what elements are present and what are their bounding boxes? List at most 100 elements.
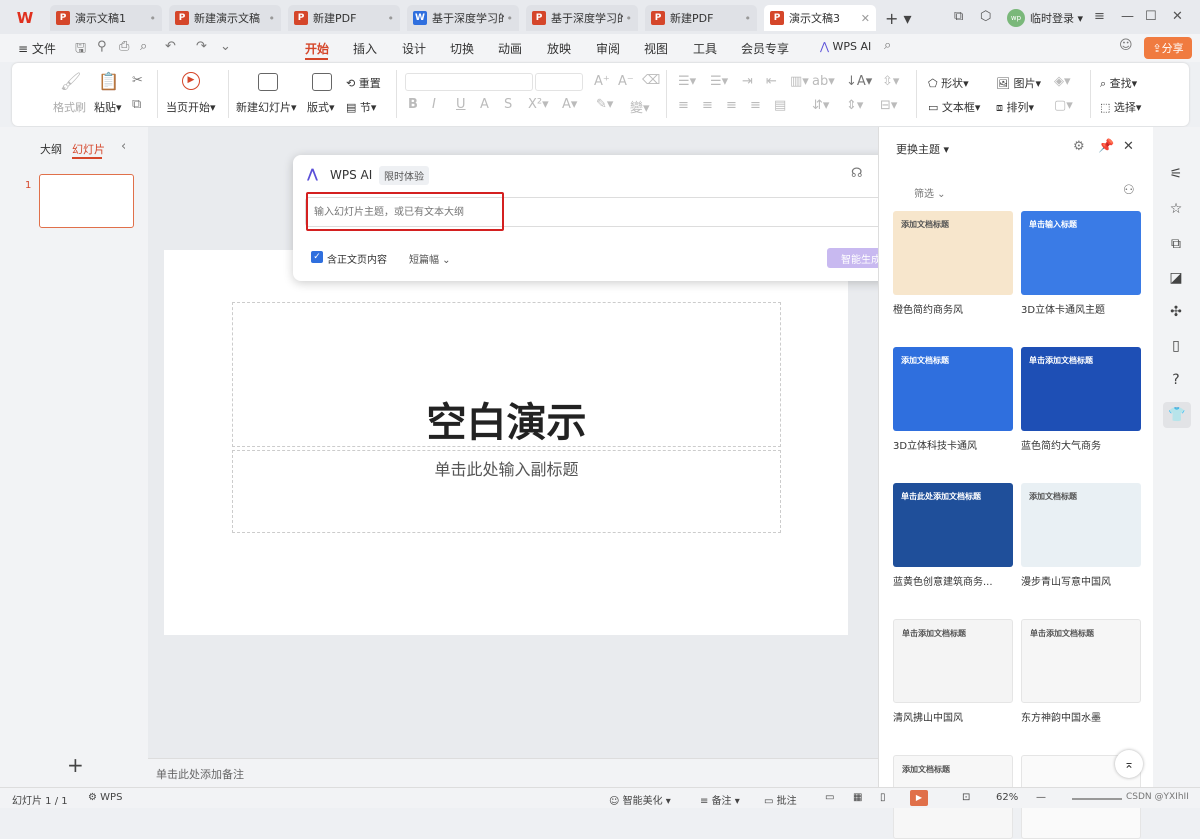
paste-button[interactable]: 粘贴▾: [94, 99, 122, 115]
avatar[interactable]: wp: [1007, 9, 1025, 27]
menu-item[interactable]: 审阅: [596, 40, 620, 57]
reading-view-icon[interactable]: ▯: [880, 792, 886, 803]
columns-icon[interactable]: ▥▾: [790, 74, 809, 89]
star-icon[interactable]: ☆: [1168, 201, 1184, 217]
select-button[interactable]: ⬚ 选择▾: [1100, 99, 1141, 115]
link-icon[interactable]: ⚲: [97, 39, 107, 54]
theme-thumbnail[interactable]: 单击添加文档标题: [1021, 347, 1141, 431]
fit-window-icon[interactable]: ⊡: [962, 792, 970, 803]
number-list-icon[interactable]: ☰▾: [710, 74, 728, 89]
sort-icon[interactable]: ↓A▾: [846, 74, 872, 89]
redo-icon[interactable]: ↷: [196, 39, 207, 54]
find-button[interactable]: ⌕ 查找▾: [1100, 75, 1137, 91]
new-slide-button[interactable]: 新建幻灯片▾: [236, 99, 297, 115]
bullet-list-icon[interactable]: ☰▾: [678, 74, 696, 89]
theme-thumbnail[interactable]: 单击此处添加文档标题: [893, 483, 1013, 567]
start-current-button[interactable]: 当页开始▾: [166, 99, 216, 115]
chat-icon[interactable]: ☺: [1119, 38, 1133, 53]
line-spacing-icon[interactable]: ⇵▾: [812, 98, 829, 113]
theme-thumbnail[interactable]: 添加文档标题: [893, 347, 1013, 431]
align-left-icon[interactable]: ≡: [678, 98, 689, 113]
theme-shirt-icon[interactable]: 👕: [1168, 407, 1185, 423]
outdent-icon[interactable]: ⇤: [766, 74, 777, 89]
italic-icon[interactable]: I: [432, 97, 436, 112]
copy-pages-icon[interactable]: ⧉: [1168, 236, 1184, 252]
include-text-checkbox[interactable]: ✓: [311, 251, 323, 263]
distribute-icon[interactable]: ▤: [774, 98, 786, 113]
tab-dot-icon[interactable]: •: [507, 12, 514, 25]
theme-thumbnail[interactable]: 添加文档标题: [893, 211, 1013, 295]
bold-icon[interactable]: B: [408, 97, 418, 112]
wps-logo-icon[interactable]: W: [8, 7, 42, 29]
minimize-icon[interactable]: —: [1121, 9, 1134, 24]
picture-button[interactable]: 🖼 图片▾: [996, 75, 1041, 91]
menu-item[interactable]: 放映: [547, 40, 571, 57]
undo-icon[interactable]: ↶: [165, 39, 176, 54]
tab-dot-icon[interactable]: •: [388, 12, 395, 25]
reset-button[interactable]: ⟲ 重置: [346, 75, 381, 91]
user-icon[interactable]: ⚇: [1123, 183, 1135, 198]
filter-button[interactable]: 筛选 ⌄: [914, 185, 946, 200]
menu-item[interactable]: 切换: [450, 40, 474, 57]
tab-dot-icon[interactable]: •: [626, 12, 633, 25]
pin-icon[interactable]: 📌: [1098, 139, 1114, 154]
save-icon[interactable]: 🖫: [75, 39, 86, 61]
shadow-icon[interactable]: S: [504, 97, 512, 112]
normal-view-icon[interactable]: ▭: [825, 792, 834, 803]
tab-outline[interactable]: 大纲: [40, 141, 62, 157]
menu-item[interactable]: 动画: [498, 40, 522, 57]
slide-thumbnail[interactable]: [39, 174, 134, 228]
text-direction-icon[interactable]: ab▾: [812, 74, 835, 89]
fill-icon[interactable]: ◈▾: [1054, 74, 1071, 89]
theme-thumbnail[interactable]: 单击添加文档标题: [893, 619, 1013, 703]
zoom-out-icon[interactable]: —: [1036, 792, 1046, 803]
clear-format-icon[interactable]: ⌫: [642, 73, 660, 88]
book-icon[interactable]: ▯: [1168, 338, 1184, 354]
login-button[interactable]: 临时登录 ▾: [1030, 10, 1083, 26]
theme-thumbnail[interactable]: 单击添加文档标题: [1021, 619, 1141, 703]
font-color-icon[interactable]: A▾: [562, 97, 577, 112]
notes-button[interactable]: ≡ 备注 ▾: [700, 792, 740, 807]
font-size-select[interactable]: [535, 73, 583, 91]
menu-item[interactable]: 视图: [644, 40, 668, 57]
tab-document[interactable]: P 演示文稿3 ✕: [764, 5, 876, 31]
layout-icon[interactable]: [312, 73, 332, 91]
tab-document[interactable]: P 新建演示文稿 •: [169, 5, 281, 31]
print-icon[interactable]: ⎙: [119, 39, 129, 54]
new-tab-icon[interactable]: + ▾: [885, 9, 912, 28]
indent-icon[interactable]: ⇥: [742, 74, 753, 89]
section-button[interactable]: ▤ 节▾: [346, 99, 376, 115]
notes-area[interactable]: [148, 758, 878, 787]
cut-icon[interactable]: ✂: [132, 73, 143, 88]
close-panel-icon[interactable]: ✕: [1123, 139, 1134, 154]
share-button[interactable]: ⇪ 分享: [1144, 37, 1192, 59]
theme-thumbnail[interactable]: 单击输入标题: [1021, 211, 1141, 295]
headset-icon[interactable]: ☊: [851, 166, 863, 181]
align-right-icon[interactable]: ≡: [726, 98, 737, 113]
paragraph-spacing-icon[interactable]: ⇕▾: [846, 98, 863, 113]
maximize-icon[interactable]: ☐: [1145, 9, 1157, 24]
menu-item[interactable]: 设计: [402, 40, 426, 57]
help-icon[interactable]: ?: [1168, 372, 1184, 388]
comment-button[interactable]: ▭ 批注: [764, 792, 797, 807]
copy-icon[interactable]: ⧉: [132, 97, 141, 112]
file-menu[interactable]: ≡ 文件: [18, 40, 56, 57]
play-icon[interactable]: ▶: [182, 72, 200, 90]
zoom-level[interactable]: 62%: [996, 792, 1018, 803]
tab-document[interactable]: P 基于深度学习的逻•: [526, 5, 638, 31]
highlight-icon[interactable]: ✎▾: [596, 97, 613, 112]
layout-button[interactable]: 版式▾: [307, 99, 335, 115]
new-slide-icon[interactable]: [258, 73, 278, 91]
animation-icon[interactable]: ◪: [1168, 270, 1184, 286]
wps-ai-menu[interactable]: ⋀ WPS AI: [820, 40, 871, 53]
tools-icon[interactable]: ✣: [1168, 304, 1184, 320]
font-family-select[interactable]: [405, 73, 533, 91]
tab-slides[interactable]: 幻灯片: [72, 141, 105, 157]
preview-icon[interactable]: ⌕: [140, 39, 147, 54]
theme-thumbnail[interactable]: 添加文档标题: [1021, 483, 1141, 567]
underline-icon[interactable]: U: [456, 97, 466, 112]
paste-icon[interactable]: 📋: [98, 72, 119, 92]
tab-document[interactable]: P 新建PDF •: [288, 5, 400, 31]
wps-status[interactable]: ⚙ WPS: [88, 792, 122, 803]
phonetic-icon[interactable]: 變▾: [630, 97, 650, 116]
